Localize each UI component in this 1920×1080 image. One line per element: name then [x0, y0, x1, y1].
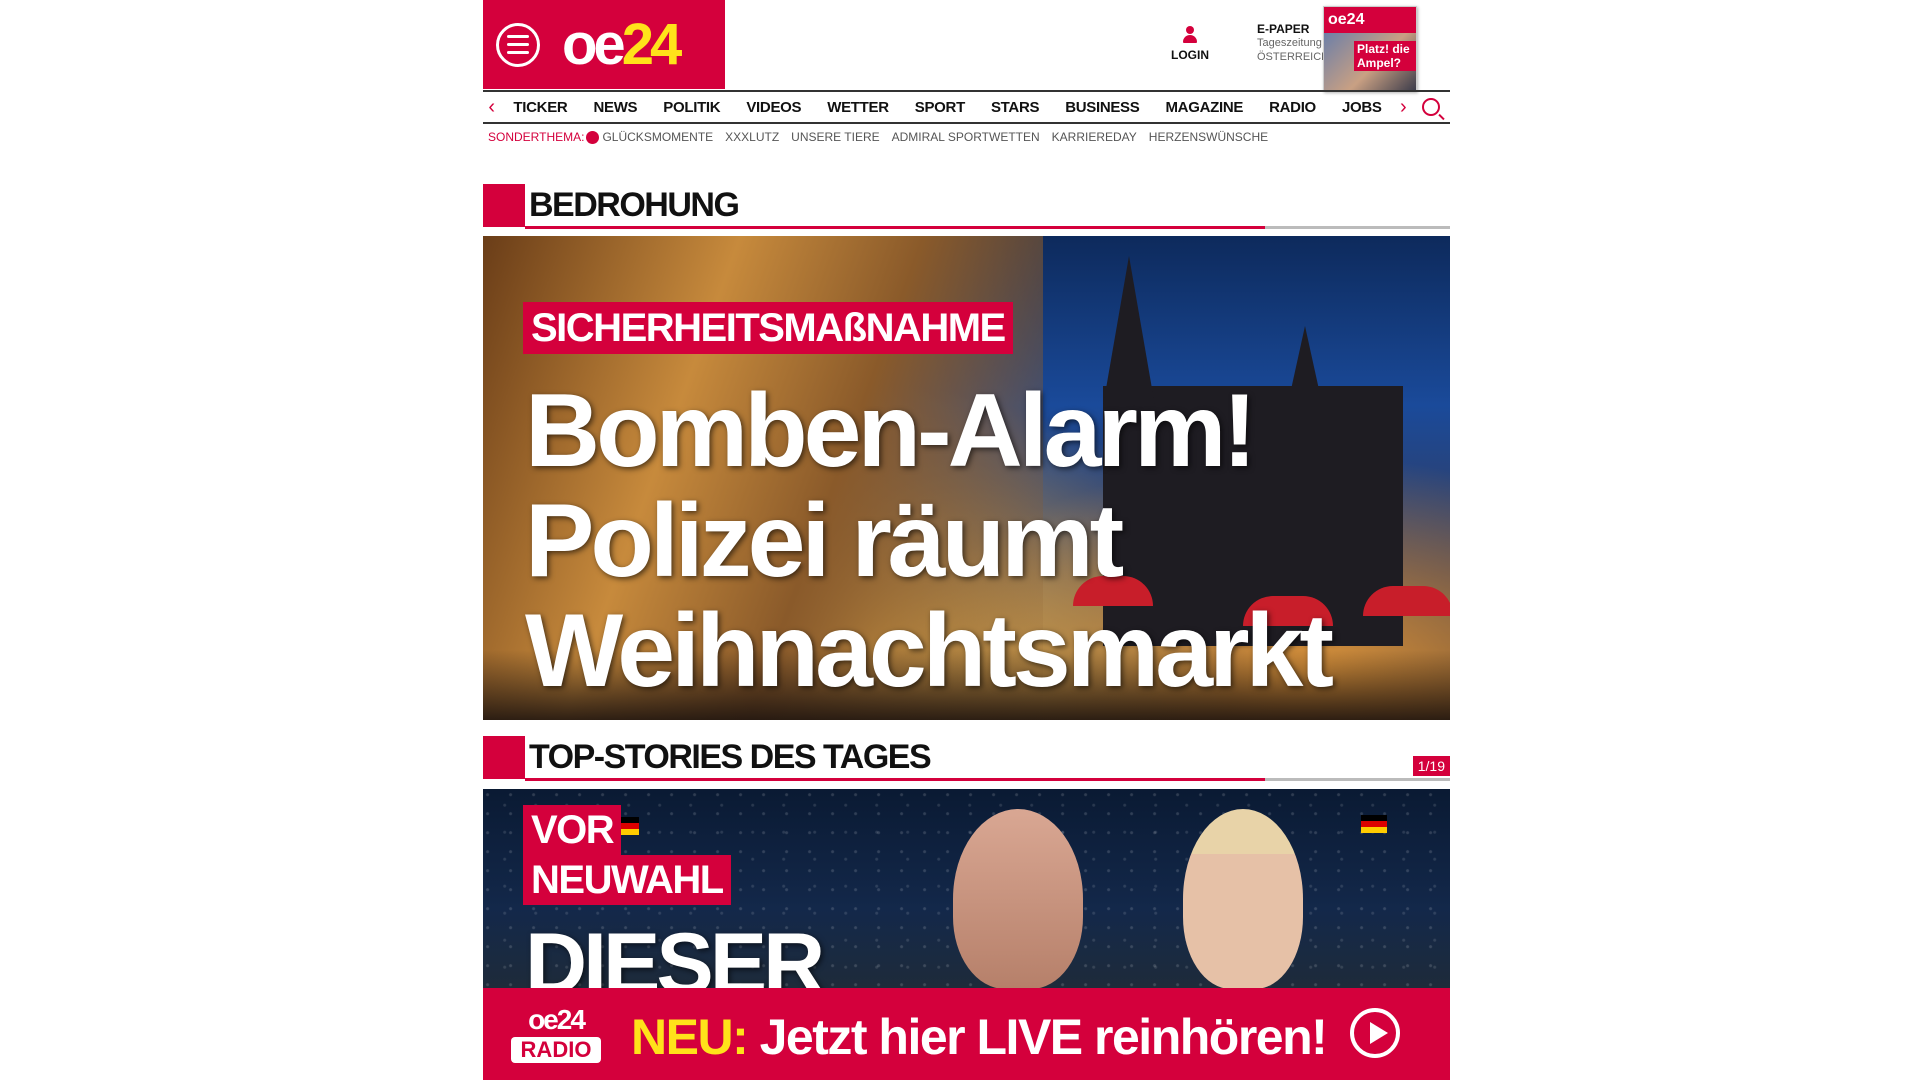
- hero-headline-line3: Weihnachtsmarkt: [525, 593, 1334, 709]
- section-marker: [483, 184, 525, 227]
- nav-item-stars[interactable]: STARS: [978, 99, 1052, 116]
- story-kicker-line1: VOR: [531, 808, 615, 852]
- cover-headline: Platz! die Ampel?: [1354, 41, 1416, 71]
- german-flag-icon: [1361, 815, 1387, 833]
- section-title: BEDROHUNG: [529, 186, 740, 224]
- subnav: SONDERTHEMA: GLÜCKSMOMENTE XXXLUTZ UNSER…: [488, 130, 1268, 145]
- radio-logo: oe24 RADIO: [511, 1006, 601, 1066]
- subnav-lead: SONDERTHEMA:: [488, 130, 585, 145]
- section-heading-bedrohung: BEDROHUNG: [483, 184, 1450, 229]
- radio-cta: NEU: Jetzt hier LIVE reinhören!: [631, 1008, 1328, 1066]
- story-kicker: VOR: [523, 805, 622, 855]
- subnav-item-unsere-tiere[interactable]: UNSERE TIERE: [791, 130, 879, 144]
- story-headline: DIESER: [525, 916, 825, 989]
- site-logo[interactable]: oe24: [562, 11, 682, 78]
- nav-item-videos[interactable]: VIDEOS: [733, 99, 814, 116]
- story-kicker-line2: NEUWAHL: [531, 858, 724, 902]
- menu-icon[interactable]: [496, 22, 540, 67]
- radio-logo-bottom: RADIO: [511, 1037, 601, 1063]
- cover-logo: oe24: [1324, 7, 1416, 33]
- story-photo-man: [953, 809, 1083, 989]
- nav-item-wetter[interactable]: WETTER: [814, 99, 902, 116]
- main-nav: ‹ TICKER NEWS POLITIK VIDEOS WETTER SPOR…: [483, 90, 1450, 124]
- page: oe24 LOGIN E-PAPER Tageszeitung ÖSTERREI…: [483, 0, 1450, 1080]
- heart-icon: [586, 131, 600, 145]
- story-photo-woman: [1183, 809, 1303, 989]
- nav-item-jobs[interactable]: JOBS: [1329, 99, 1395, 116]
- play-icon[interactable]: [1350, 1008, 1400, 1058]
- story-counter: 1/19: [1412, 756, 1450, 776]
- hero-headline-line1: Bomben-Alarm!: [525, 373, 1257, 489]
- nav-item-politik[interactable]: POLITIK: [650, 99, 733, 116]
- radio-cta-text: Jetzt hier LIVE reinhören!: [747, 1009, 1328, 1065]
- nav-item-business[interactable]: BUSINESS: [1052, 99, 1152, 116]
- epaper-title: E-PAPER: [1257, 22, 1310, 36]
- market-stall: [1363, 586, 1450, 616]
- epaper-sub2: ÖSTERREICH: [1257, 51, 1330, 63]
- nav-item-sport[interactable]: SPORT: [902, 99, 978, 116]
- epaper-cover-image[interactable]: oe24 Platz! die Ampel?: [1323, 6, 1417, 92]
- login-button[interactable]: LOGIN: [1165, 26, 1215, 62]
- hero-story[interactable]: SICHERHEITSMAßNAHME Bomben-Alarm! Polize…: [483, 236, 1450, 720]
- subnav-item-karriereday[interactable]: KARRIEREDAY: [1052, 130, 1137, 144]
- login-label: LOGIN: [1171, 48, 1209, 62]
- user-icon: [1183, 26, 1197, 44]
- subnav-item-admiral[interactable]: ADMIRAL SPORTWETTEN: [892, 130, 1040, 144]
- nav-item-radio[interactable]: RADIO: [1256, 99, 1329, 116]
- radio-logo-top: oe24: [528, 1004, 586, 1035]
- subnav-item-gluecksmomente[interactable]: GLÜCKSMOMENTE: [586, 130, 713, 145]
- hero-headline-line2: Polizei räumt: [525, 483, 1124, 599]
- section-marker: [483, 736, 525, 779]
- epaper-link[interactable]: E-PAPER Tageszeitung ÖSTERREICH: [1257, 22, 1329, 64]
- section-title: TOP-STORIES DES TAGES: [529, 738, 932, 776]
- hero-kicker: SICHERHEITSMAßNAHME: [523, 302, 1013, 354]
- nav-item-magazine[interactable]: MAGAZINE: [1152, 99, 1256, 116]
- story-kicker-2: NEUWAHL: [523, 855, 731, 905]
- search-icon[interactable]: [1422, 98, 1440, 116]
- nav-items: TICKER NEWS POLITIK VIDEOS WETTER SPORT …: [500, 99, 1394, 116]
- radio-cta-prefix: NEU:: [631, 1009, 749, 1065]
- section-underline: [525, 778, 1450, 781]
- subnav-item-xxxlutz[interactable]: XXXLUTZ: [725, 130, 779, 144]
- nav-prev-arrow[interactable]: ‹: [483, 96, 500, 119]
- subnav-item-herzenswuensche[interactable]: HERZENSWÜNSCHE: [1149, 130, 1268, 144]
- top-story-card[interactable]: VOR NEUWAHL DIESER: [483, 789, 1450, 989]
- logo-bar: oe24: [483, 0, 725, 89]
- epaper-sub1: Tageszeitung: [1257, 37, 1322, 49]
- nav-item-ticker[interactable]: TICKER: [500, 99, 580, 116]
- section-heading-top-stories: TOP-STORIES DES TAGES 1/19: [483, 736, 1450, 781]
- hero-headline: Bomben-Alarm! Polizei räumt Weihnachtsma…: [525, 373, 1334, 709]
- radio-banner[interactable]: oe24 RADIO NEU: Jetzt hier LIVE reinhöre…: [483, 988, 1450, 1080]
- nav-item-news[interactable]: NEWS: [580, 99, 650, 116]
- section-underline: [525, 226, 1450, 229]
- nav-next-arrow[interactable]: ›: [1395, 96, 1412, 119]
